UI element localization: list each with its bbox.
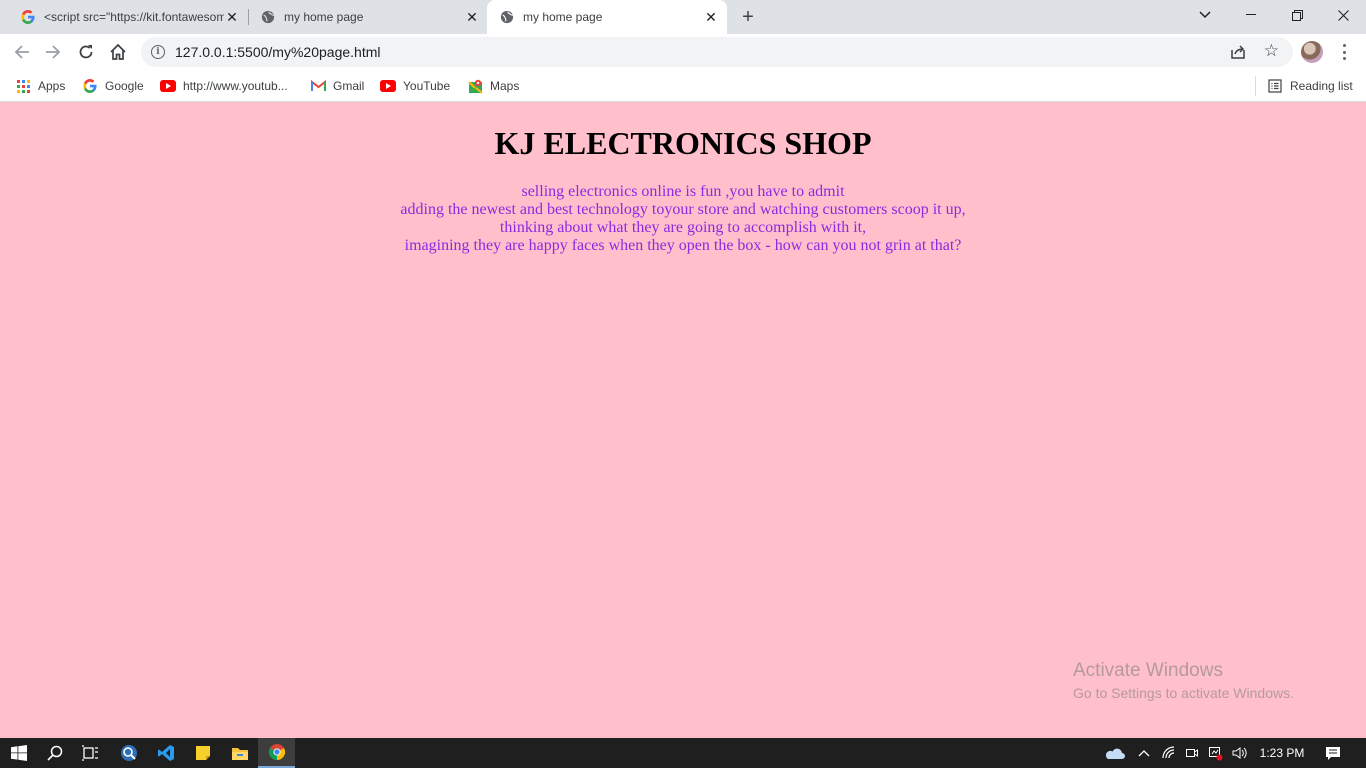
bookmark-star-icon[interactable]: ☆ — [1264, 42, 1279, 60]
close-window-button[interactable] — [1320, 0, 1366, 30]
address-url[interactable]: 127.0.0.1:5500/my%20page.html — [175, 44, 380, 60]
share-icon[interactable] — [1229, 43, 1247, 61]
bookmark-google[interactable]: Google — [82, 76, 144, 96]
paragraph-line: thinking about what they are going to ac… — [499, 219, 867, 236]
bookmark-label: Google — [105, 79, 144, 93]
meet-now-icon[interactable] — [1182, 738, 1202, 768]
google-icon — [20, 9, 36, 25]
google-icon — [82, 78, 98, 94]
page-content: KJ ELECTRONICS SHOP selling electronics … — [0, 103, 1366, 738]
tab-search-button[interactable] — [1182, 0, 1228, 30]
watermark-subtitle: Go to Settings to activate Windows. — [1073, 685, 1294, 701]
reading-list-label: Reading list — [1290, 79, 1353, 93]
youtube-icon — [160, 78, 176, 94]
restore-button[interactable] — [1274, 0, 1320, 30]
close-icon[interactable]: ✕ — [464, 9, 480, 25]
bookmark-label: http://www.youtub... — [183, 79, 288, 93]
reading-list-button[interactable]: Reading list — [1267, 76, 1353, 96]
tab-strip: <script src="https://kit.fontawesome ✕ m… — [0, 0, 1366, 34]
back-button[interactable] — [8, 38, 36, 66]
volume-icon[interactable] — [1228, 738, 1250, 768]
close-icon[interactable]: ✕ — [224, 9, 240, 25]
chrome-icon[interactable] — [258, 738, 295, 768]
activate-windows-watermark: Activate Windows Go to Settings to activ… — [1073, 660, 1294, 701]
tab-title: my home page — [284, 10, 364, 24]
notifications-icon[interactable] — [1318, 738, 1348, 768]
chevron-up-icon[interactable] — [1134, 738, 1154, 768]
address-bar[interactable]: i 127.0.0.1:5500/my%20page.html ☆ — [141, 37, 1293, 67]
home-button[interactable] — [104, 38, 132, 66]
bookmark-label: Gmail — [333, 79, 365, 93]
gmail-icon — [310, 78, 326, 94]
bookmark-apps[interactable]: Apps — [15, 76, 65, 96]
tab-my-home-page-active[interactable]: my home page ✕ — [487, 0, 727, 34]
vscode-icon[interactable] — [147, 738, 184, 768]
bookmarks-bar: Apps Google http://www.youtub... Gmail Y… — [0, 70, 1366, 102]
wifi-icon[interactable] — [1158, 738, 1180, 768]
search-icon[interactable] — [36, 738, 73, 768]
tab-title: <script src="https://kit.fontawesome — [44, 10, 224, 24]
onedrive-icon[interactable] — [1100, 738, 1128, 768]
bookmark-gmail[interactable]: Gmail — [310, 76, 364, 96]
file-explorer-icon[interactable] — [221, 738, 258, 768]
paragraph-line: selling electronics online is fun ,you h… — [521, 183, 845, 200]
windows-taskbar: 1:23 PM — [0, 738, 1366, 768]
close-icon[interactable]: ✕ — [703, 9, 719, 25]
task-view-icon[interactable] — [71, 738, 108, 768]
bookmark-label: YouTube — [403, 79, 451, 93]
profile-avatar[interactable] — [1301, 41, 1323, 63]
intro-paragraph: selling electronics online is fun ,you h… — [0, 183, 1366, 255]
maps-icon — [467, 78, 483, 94]
sticky-notes-icon[interactable] — [184, 738, 221, 768]
browser-toolbar: i 127.0.0.1:5500/my%20page.html ☆ — [0, 34, 1366, 70]
minimize-button[interactable] — [1228, 0, 1274, 30]
apps-grid-icon — [15, 78, 31, 94]
paragraph-line: imagining they are happy faces when they… — [404, 237, 962, 254]
app-icon[interactable] — [110, 738, 147, 768]
forward-button[interactable] — [39, 38, 67, 66]
reload-button[interactable] — [72, 38, 100, 66]
browser-menu-icon[interactable] — [1336, 42, 1352, 62]
bookmark-youtube-url[interactable]: http://www.youtub... — [160, 76, 288, 96]
page-heading: KJ ELECTRONICS SHOP — [494, 125, 872, 161]
paragraph-line: adding the newest and best technology to… — [400, 201, 966, 218]
windows-start-icon[interactable] — [0, 738, 37, 768]
watermark-title: Activate Windows — [1073, 660, 1223, 681]
new-tab-button[interactable]: + — [737, 6, 759, 28]
info-icon[interactable]: i — [151, 45, 165, 59]
clock-time[interactable]: 1:23 PM — [1256, 738, 1308, 768]
tab-fontawesome[interactable]: <script src="https://kit.fontawesome ✕ — [0, 0, 248, 34]
bookmark-youtube[interactable]: YouTube — [380, 76, 450, 96]
youtube-icon — [380, 78, 396, 94]
divider — [1255, 76, 1256, 96]
globe-icon — [260, 9, 276, 25]
network-alert-icon[interactable] — [1205, 738, 1225, 768]
globe-icon — [499, 9, 515, 25]
bookmark-maps[interactable]: Maps — [467, 76, 519, 96]
bookmark-label: Maps — [490, 79, 520, 93]
tab-title: my home page — [523, 10, 603, 24]
reading-list-icon — [1267, 78, 1283, 94]
bookmark-label: Apps — [38, 79, 66, 93]
tab-my-home-page[interactable]: my home page ✕ — [240, 0, 488, 34]
